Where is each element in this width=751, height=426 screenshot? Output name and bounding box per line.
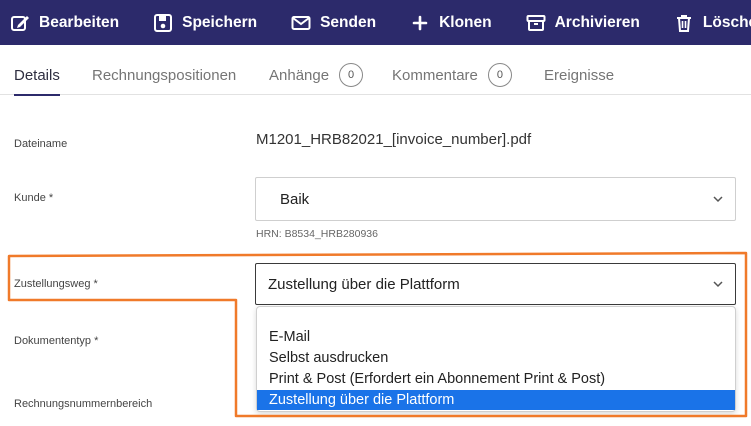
tab-comments[interactable]: Kommentare 0 — [392, 63, 512, 87]
send-button-label: Senden — [320, 13, 377, 31]
filename-value: M1201_HRB82021_[invoice_number].pdf — [256, 131, 532, 148]
document-type-label: Dokumententyp * — [14, 335, 99, 347]
delivery-method-label: Zustellungsweg * — [14, 278, 98, 290]
filename-label: Dateiname — [14, 138, 68, 150]
tab-attachments[interactable]: Anhänge 0 — [269, 63, 364, 87]
tab-invoice-items[interactable]: Rechnungspositionen — [92, 67, 236, 84]
tab-events-label: Ereignisse — [544, 67, 615, 84]
action-toolbar: Bearbeiten Speichern Senden Klonen Archi… — [0, 0, 751, 45]
delete-button-label: Löschen — [702, 13, 751, 31]
archive-button[interactable]: Archivieren — [526, 13, 640, 33]
attachments-count-badge: 0 — [339, 63, 364, 87]
edit-icon — [11, 15, 29, 31]
tab-bar: Details Rechnungspositionen Anhänge 0 Ko… — [0, 45, 751, 96]
delivery-option-platform[interactable]: Zustellung über die Plattform — [257, 390, 735, 410]
delivery-method-select[interactable]: Zustellung über die Plattform — [255, 263, 736, 305]
delete-button[interactable]: Löschen — [674, 13, 751, 33]
save-button-label: Speichern — [182, 13, 258, 31]
delivery-method-dropdown: E-Mail Selbst ausdrucken Print & Post (E… — [256, 306, 736, 412]
tab-events[interactable]: Ereignisse — [544, 67, 614, 84]
clone-button-label: Klonen — [439, 13, 492, 31]
floppy-disk-icon — [154, 13, 173, 32]
send-button[interactable]: Senden — [291, 13, 376, 33]
customer-select[interactable]: Baik — [255, 177, 736, 221]
envelope-icon — [291, 15, 311, 30]
edit-button-label: Bearbeiten — [39, 13, 120, 31]
save-button[interactable]: Speichern — [153, 13, 257, 33]
archive-button-label: Archivieren — [554, 13, 640, 31]
chevron-down-icon — [713, 281, 723, 288]
invoice-number-range-label: Rechnungsnummernbereich — [14, 398, 153, 410]
tab-invoice-items-label: Rechnungspositionen — [92, 67, 237, 84]
trash-icon — [676, 14, 691, 32]
tab-comments-label: Kommentare — [392, 66, 478, 84]
delivery-option-email[interactable]: E-Mail — [257, 327, 735, 347]
delivery-option-self-print[interactable]: Selbst ausdrucken — [257, 348, 735, 368]
clone-button[interactable]: Klonen — [410, 13, 492, 33]
archive-box-icon — [526, 14, 546, 31]
customer-select-value: Baik — [280, 190, 310, 208]
customer-label: Kunde * — [14, 192, 54, 204]
tab-attachments-label: Anhänge — [269, 66, 330, 84]
customer-hrn-hint: HRN: B8534_HRB280936 — [256, 228, 378, 240]
delivery-method-select-value: Zustellung über die Plattform — [268, 275, 460, 293]
plus-icon — [412, 15, 428, 30]
comments-count-badge: 0 — [487, 63, 512, 87]
tab-details-label: Details — [14, 67, 60, 84]
edit-button[interactable]: Bearbeiten — [10, 13, 119, 33]
chevron-down-icon — [713, 196, 723, 203]
tab-details[interactable]: Details — [14, 67, 60, 96]
delivery-option-print-post[interactable]: Print & Post (Erfordert ein Abonnement P… — [257, 369, 735, 389]
